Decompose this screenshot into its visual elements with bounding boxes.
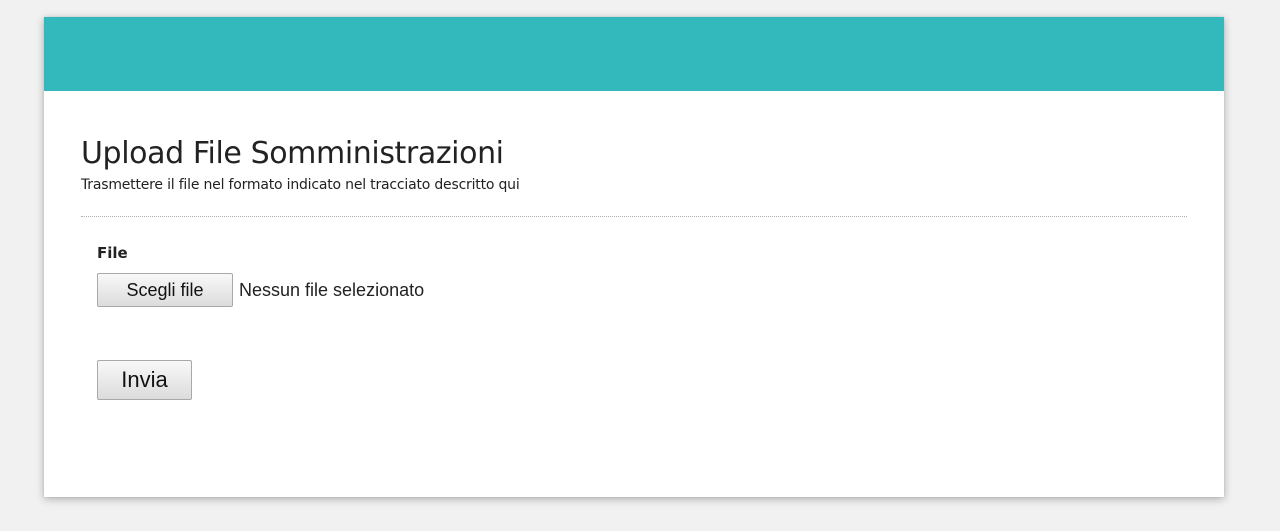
submit-button[interactable]: Invia [97, 360, 192, 400]
page-title: Upload File Somministrazioni [81, 136, 504, 171]
submit-row: Invia [97, 360, 1187, 400]
file-status-text: Nessun file selezionato [239, 279, 425, 300]
file-input: Scegli file Nessun file selezionato [97, 273, 1187, 307]
upload-card: Upload File Somministrazioni Trasmettere… [44, 17, 1224, 497]
header-bar [44, 17, 1224, 91]
card-body: Upload File Somministrazioni Trasmettere… [44, 91, 1224, 400]
page-subtitle: Trasmettere il file nel formato indicato… [81, 177, 520, 193]
choose-file-button[interactable]: Scegli file [97, 273, 233, 307]
upload-form: File Scegli file Nessun file selezionato… [81, 217, 1187, 400]
file-field-label: File [97, 244, 128, 262]
